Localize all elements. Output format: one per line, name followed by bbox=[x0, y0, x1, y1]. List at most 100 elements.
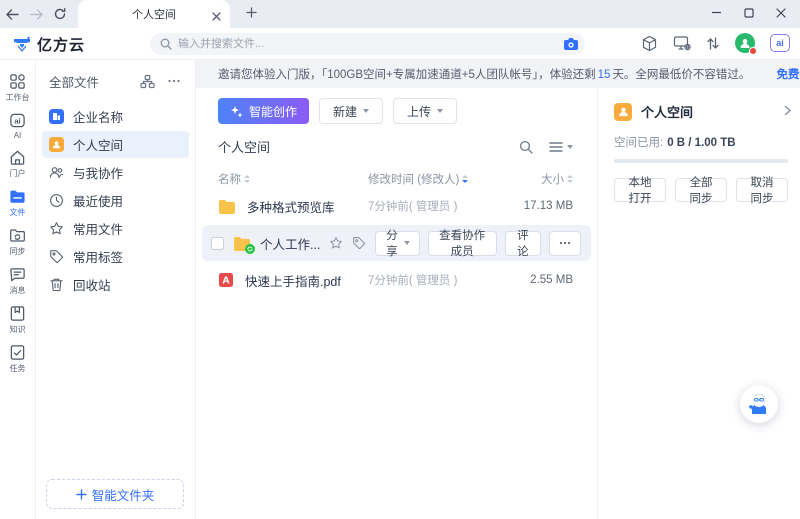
sidebar-item-favorites[interactable]: 常用文件 bbox=[42, 215, 189, 242]
cancel-sync-button[interactable]: 取消同步 bbox=[736, 178, 788, 202]
tab-close-icon[interactable] bbox=[212, 8, 221, 26]
free-trial-link[interactable]: 免费试用 bbox=[776, 66, 800, 82]
pdf-file-icon bbox=[218, 272, 234, 288]
caret-down-icon bbox=[404, 241, 410, 245]
more-icon[interactable] bbox=[167, 74, 181, 88]
favorite-star-icon[interactable] bbox=[329, 236, 343, 250]
minimize-icon[interactable] bbox=[711, 5, 722, 23]
panel-buttons: 本地打开 全部同步 取消同步 bbox=[614, 178, 788, 202]
camera-search-icon[interactable] bbox=[563, 37, 579, 51]
cube-icon[interactable] bbox=[641, 35, 658, 52]
svg-text:ai: ai bbox=[14, 117, 20, 126]
table-row[interactable]: 多种格式预览库 7分钟前( 管理员 ) 17.13 MB bbox=[196, 189, 597, 223]
sidebar-header: 全部文件 bbox=[36, 72, 195, 103]
forward-icon[interactable] bbox=[24, 2, 48, 26]
message-icon bbox=[9, 266, 26, 283]
app-window: 个人空间 亿方云 bbox=[0, 0, 800, 519]
notification-badge bbox=[749, 47, 757, 55]
upload-button[interactable]: 上传 bbox=[393, 98, 457, 124]
smart-folder-button[interactable]: 智能文件夹 bbox=[46, 479, 184, 509]
mascot-icon bbox=[744, 389, 774, 419]
rail-item-portal[interactable]: 门户 bbox=[9, 149, 26, 179]
rail-item-workbench[interactable]: 工作台 bbox=[6, 73, 30, 103]
maximize-icon[interactable] bbox=[744, 5, 754, 23]
tab-title: 个人空间 bbox=[132, 6, 176, 22]
ellipsis-icon bbox=[559, 241, 571, 245]
rail-item-messages[interactable]: 消息 bbox=[9, 266, 26, 296]
sidebar-title: 全部文件 bbox=[49, 72, 140, 91]
app-body: 工作台 ai AI 门户 文件 同步 消息 bbox=[0, 60, 800, 519]
row-more-button[interactable] bbox=[549, 231, 581, 256]
transfer-list-icon[interactable] bbox=[706, 36, 720, 51]
enterprise-folder-icon bbox=[49, 109, 64, 124]
sidebar-item-personal-space[interactable]: 个人空间 bbox=[42, 131, 189, 158]
browser-tab[interactable]: 个人空间 bbox=[78, 0, 230, 28]
storage-usage: 空间已用:0 B / 1.00 TB bbox=[614, 134, 788, 150]
header-icons: ai bbox=[641, 33, 790, 53]
new-button[interactable]: 新建 bbox=[319, 98, 383, 124]
sidebar-item-trash[interactable]: 回收站 bbox=[42, 271, 189, 298]
caret-down-icon bbox=[363, 109, 369, 113]
rail-item-ai[interactable]: ai AI bbox=[9, 112, 26, 140]
column-header-size[interactable]: 大小 bbox=[493, 171, 573, 187]
device-sync-icon[interactable] bbox=[673, 35, 691, 51]
share-button[interactable]: 分享 bbox=[375, 231, 419, 256]
new-tab-icon[interactable] bbox=[246, 5, 257, 23]
tag-icon[interactable] bbox=[352, 236, 366, 250]
folder-icon bbox=[9, 188, 26, 205]
user-avatar[interactable] bbox=[735, 33, 755, 53]
task-icon bbox=[9, 344, 26, 361]
refresh-icon[interactable] bbox=[48, 2, 72, 26]
caret-down-icon bbox=[437, 109, 443, 113]
smart-create-button[interactable]: 智能创作 bbox=[218, 98, 309, 124]
close-icon[interactable] bbox=[776, 5, 786, 23]
sort-icons-active bbox=[462, 175, 468, 183]
sync-status-badge bbox=[245, 244, 255, 254]
toolbar: 智能创作 新建 上传 bbox=[218, 98, 597, 124]
banner-days: 15 bbox=[598, 69, 611, 81]
table-row[interactable]: 快速上手指南.pdf 7分钟前( 管理员 ) 2.55 MB bbox=[196, 263, 597, 297]
logo-icon bbox=[12, 35, 32, 55]
sidebar-item-recent[interactable]: 最近使用 bbox=[42, 187, 189, 214]
org-tree-icon[interactable] bbox=[140, 74, 155, 89]
sidebar-item-enterprise[interactable]: 企业名称 bbox=[42, 103, 189, 130]
row-checkbox[interactable] bbox=[211, 237, 224, 250]
rail-item-sync[interactable]: 同步 bbox=[9, 227, 26, 257]
sync-all-button[interactable]: 全部同步 bbox=[675, 178, 727, 202]
trash-icon bbox=[49, 277, 64, 292]
sort-icons bbox=[567, 175, 573, 183]
grid-icon bbox=[9, 73, 26, 90]
table-row-hovered[interactable]: 个人工作... 分享 查看协作成员 bbox=[202, 225, 591, 261]
list-search-icon[interactable] bbox=[519, 140, 533, 154]
tag-icon bbox=[49, 249, 64, 264]
open-local-button[interactable]: 本地打开 bbox=[614, 178, 666, 202]
search-input[interactable] bbox=[178, 38, 563, 50]
view-toggle[interactable] bbox=[549, 141, 573, 153]
column-header-modified[interactable]: 修改时间 (修改人) bbox=[368, 171, 493, 187]
back-icon[interactable] bbox=[0, 2, 24, 26]
content-region: 邀请您体验入门版，「100GB空间+专属加速通道+5人团队帐号」，体验还剩15天… bbox=[196, 60, 800, 519]
rail-item-files[interactable]: 文件 bbox=[9, 188, 26, 218]
list-view-icon bbox=[549, 141, 563, 153]
sidebar-item-tags[interactable]: 常用标签 bbox=[42, 243, 189, 270]
sparkle-plus-icon bbox=[230, 105, 243, 118]
mascot-helper-button[interactable] bbox=[740, 385, 778, 423]
rail-item-tasks[interactable]: 任务 bbox=[9, 344, 26, 374]
rail-item-knowledge[interactable]: 知识 bbox=[9, 305, 26, 335]
clock-icon bbox=[49, 193, 64, 208]
app-header: 亿方云 ai bbox=[0, 28, 800, 60]
comment-button[interactable]: 评论 bbox=[505, 231, 541, 256]
sidebar-item-shared-with-me[interactable]: 与我协作 bbox=[42, 159, 189, 186]
breadcrumb: 个人空间 bbox=[218, 137, 270, 156]
ai-icon: ai bbox=[9, 112, 26, 129]
collapse-panel-icon[interactable] bbox=[784, 103, 792, 121]
plus-icon bbox=[76, 489, 87, 500]
sort-icons bbox=[244, 175, 250, 183]
knowledge-icon bbox=[9, 305, 26, 322]
ai-assistant-icon[interactable]: ai bbox=[770, 34, 790, 52]
table-header: 名称 修改时间 (修改人) 大小 bbox=[196, 171, 597, 187]
view-members-button[interactable]: 查看协作成员 bbox=[428, 231, 497, 256]
storage-progress-bar bbox=[614, 159, 788, 163]
column-header-name[interactable]: 名称 bbox=[218, 171, 368, 187]
search-icon bbox=[160, 38, 172, 50]
